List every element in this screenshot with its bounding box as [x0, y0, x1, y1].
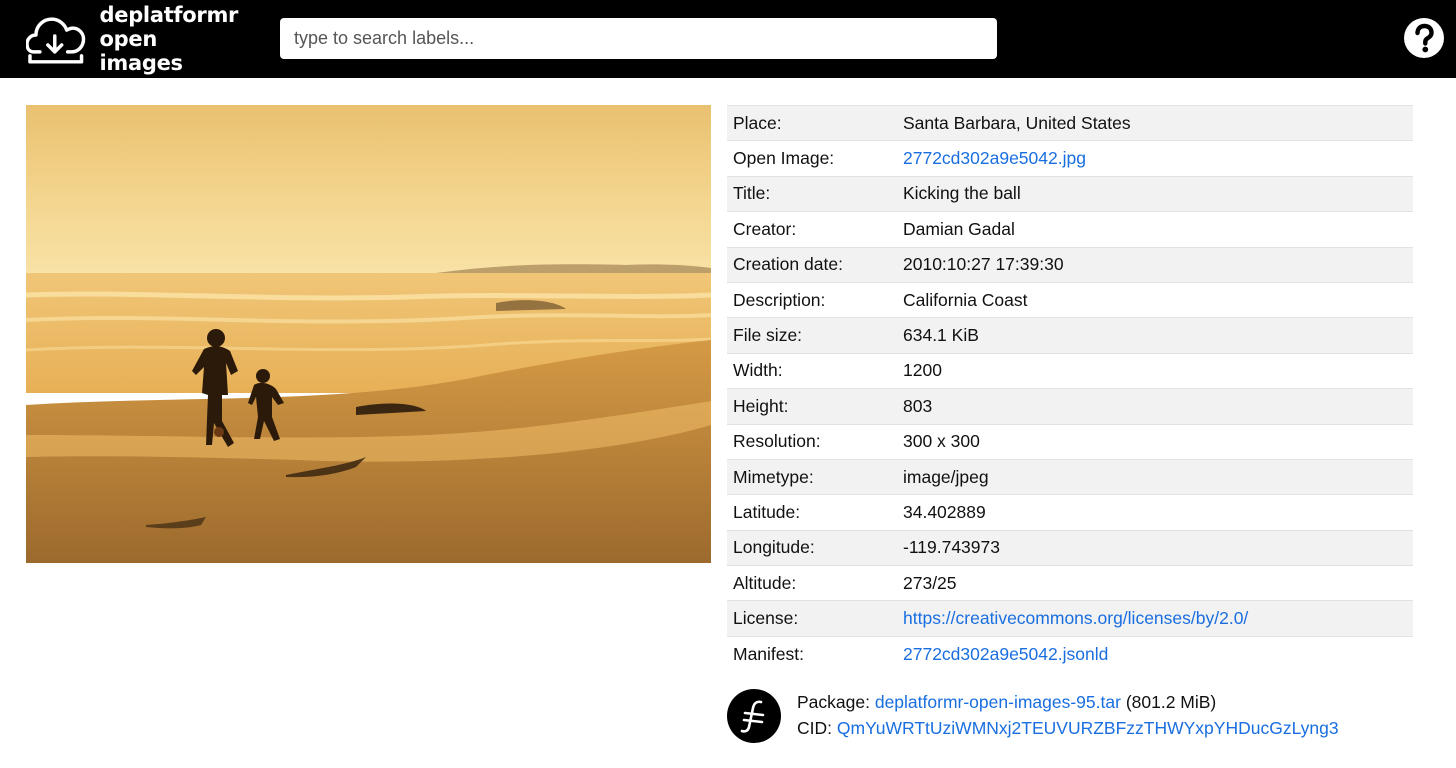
package-label: Package:: [797, 692, 870, 712]
metadata-table: Place: Santa Barbara, United States Open I…: [727, 105, 1413, 672]
metadata-key: Mimetype:: [733, 466, 814, 487]
metadata-value: image/jpeg: [903, 466, 989, 487]
site-logo[interactable]: deplatformr open images: [26, 3, 246, 75]
beach-photo: [26, 105, 711, 563]
metadata-key: Title:: [733, 183, 771, 204]
metadata-row: Title: Kicking the ball: [727, 176, 1413, 212]
metadata-key: Height:: [733, 395, 789, 416]
metadata-value: California Coast: [903, 289, 1028, 310]
metadata-key: Width:: [733, 360, 783, 381]
metadata-value-link[interactable]: https://creativecommons.org/licenses/by/…: [903, 608, 1248, 628]
metadata-key: Resolution:: [733, 431, 821, 452]
metadata-row: Height: 803: [727, 388, 1413, 425]
metadata-value: 273/25: [903, 572, 957, 593]
logo-line-1: deplatformr: [99, 3, 239, 27]
metadata-value: 1200: [903, 360, 942, 381]
metadata-value: 300 x 300: [903, 431, 980, 452]
logo-line-2: open images: [99, 27, 184, 75]
metadata-key: Creator:: [733, 218, 797, 239]
cid-label: CID:: [797, 718, 832, 738]
metadata-row: File size: 634.1 KiB: [727, 317, 1413, 354]
metadata-value-cell: https://creativecommons.org/licenses/by/…: [897, 601, 1413, 636]
metadata-row: Creator: Damian Gadal: [727, 211, 1413, 248]
metadata-value: Kicking the ball: [903, 183, 1021, 204]
metadata-row: Creation date: 2010:10:27 17:39:30: [727, 247, 1413, 283]
metadata-key: Open Image:: [733, 148, 835, 169]
cid-line: CID: QmYuWRTtUziWMNxj2TEUVURZBFzzTHWYxpY…: [797, 715, 1339, 741]
metadata-value: 34.402889: [903, 501, 986, 522]
metadata-key: Latitude:: [733, 501, 801, 522]
metadata-value: 803: [903, 395, 933, 416]
metadata-row: Mimetype: image/jpeg: [727, 459, 1413, 495]
metadata-value-cell: 2772cd302a9e5042.jpg: [897, 141, 1413, 176]
metadata-row: Latitude: 34.402889: [727, 494, 1413, 531]
cloud-upload-icon: [26, 17, 86, 64]
metadata-value: Damian Gadal: [903, 218, 1015, 239]
metadata-key: Creation date:: [733, 254, 843, 275]
metadata-key: Longitude:: [733, 537, 815, 558]
package-info: Package: deplatformr-open-images-95.tar …: [797, 689, 1339, 741]
metadata-row: Altitude: 273/25: [727, 565, 1413, 601]
metadata-key: Manifest:: [733, 643, 804, 664]
metadata-value: -119.743973: [903, 537, 1000, 558]
metadata-value-link[interactable]: 2772cd302a9e5042.jsonld: [903, 644, 1108, 664]
metadata-key: Description:: [733, 289, 826, 310]
metadata-value: 2010:10:27 17:39:30: [903, 254, 1064, 275]
metadata-row: Resolution: 300 x 300: [727, 424, 1413, 460]
metadata-key: Place:: [733, 112, 782, 133]
metadata-row: License: https://creativecommons.org/lice…: [727, 600, 1413, 637]
metadata-value-link[interactable]: 2772cd302a9e5042.jpg: [903, 148, 1086, 168]
package-link[interactable]: deplatformr-open-images-95.tar: [875, 692, 1121, 712]
metadata-value: 634.1 KiB: [903, 325, 979, 346]
package-line: Package: deplatformr-open-images-95.tar …: [797, 689, 1339, 715]
search-input[interactable]: [280, 18, 997, 59]
top-navbar: deplatformr open images: [0, 0, 1456, 78]
metadata-value-cell: 2772cd302a9e5042.jsonld: [897, 636, 1413, 671]
cid-link[interactable]: QmYuWRTtUziWMNxj2TEUVURZBFzzTHWYxpYHDucG…: [837, 718, 1339, 738]
metadata-row: Open Image: 2772cd302a9e5042.jpg: [727, 140, 1413, 177]
metadata-value: Santa Barbara, United States: [903, 112, 1131, 133]
metadata-key: File size:: [733, 325, 803, 346]
metadata-key: License:: [733, 608, 799, 629]
filecoin-icon: [727, 689, 781, 743]
metadata-row: Manifest: 2772cd302a9e5042.jsonld: [727, 636, 1413, 672]
help-question-icon[interactable]: [1403, 17, 1445, 59]
logo-text: deplatformr open images: [100, 3, 246, 75]
metadata-row: Place: Santa Barbara, United States: [727, 105, 1413, 141]
metadata-row: Description: California Coast: [727, 282, 1413, 318]
package-size: (801.2 MiB): [1125, 692, 1217, 712]
metadata-row: Width: 1200: [727, 353, 1413, 389]
metadata-row: Longitude: -119.743973: [727, 530, 1413, 566]
metadata-key: Altitude:: [733, 572, 797, 593]
